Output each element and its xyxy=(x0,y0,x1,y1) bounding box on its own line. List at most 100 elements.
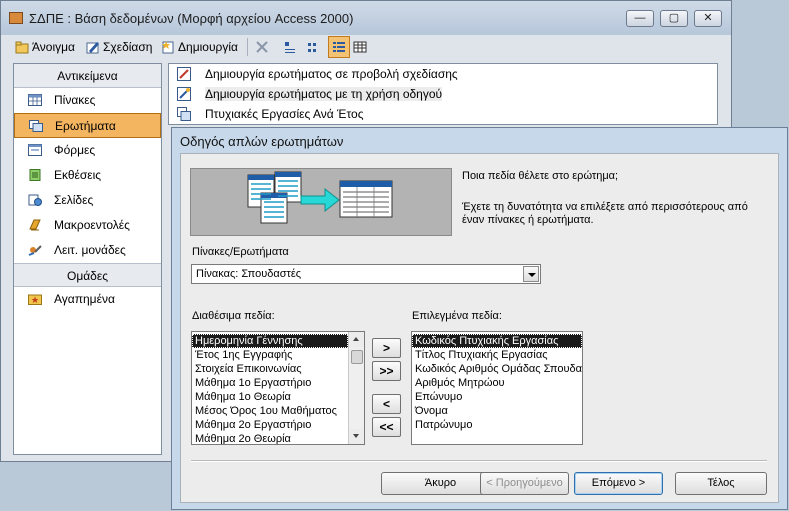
list-view-button[interactable] xyxy=(328,36,350,58)
list-item[interactable]: Μάθημα 2ο Θεωρία xyxy=(192,432,348,444)
remove-field-button[interactable]: < xyxy=(372,394,401,414)
macro-icon xyxy=(29,219,41,231)
list-item[interactable]: Επώνυμο xyxy=(412,390,582,404)
page-icon xyxy=(28,194,42,206)
small-icons-icon xyxy=(308,43,316,52)
scroll-down-icon[interactable] xyxy=(349,429,364,444)
sidebar-item-label: Εκθέσεις xyxy=(54,168,102,182)
window-title: ΣΔΠΕ : Βάση δεδομένων (Μορφή αρχείου Acc… xyxy=(29,11,354,26)
details-view-icon xyxy=(353,41,367,53)
chevron-down-icon[interactable] xyxy=(523,266,539,282)
list-item[interactable]: Κωδικός Πτυχιακής Εργασίας xyxy=(412,334,582,348)
sidebar-item-tables[interactable]: Πίνακες xyxy=(14,88,161,113)
maximize-button[interactable]: ▢ xyxy=(660,10,688,27)
sidebar-item-label: Σελίδες xyxy=(54,193,94,207)
database-icon xyxy=(9,12,23,24)
create-label: Δημιουργία xyxy=(178,40,238,54)
list-item[interactable]: Δημιουργία ερωτήματος με τη χρήση οδηγού xyxy=(169,84,717,104)
table-icon xyxy=(28,94,42,106)
sidebar-item-label: Μακροεντολές xyxy=(54,218,130,232)
list-item[interactable]: Πατρώνυμο xyxy=(412,418,582,432)
sidebar-item-pages[interactable]: Σελίδες xyxy=(14,188,161,213)
list-item[interactable]: Μάθημα 1ο Εργαστήριο xyxy=(192,376,348,390)
next-button[interactable]: Επόμενο > xyxy=(574,472,663,495)
sidebar-item-forms[interactable]: Φόρμες xyxy=(14,138,161,163)
add-all-fields-button[interactable]: >> xyxy=(372,361,401,381)
list-item[interactable]: Αριθμός Μητρώου xyxy=(412,376,582,390)
tables-to-query-icon xyxy=(247,171,393,224)
minimize-button[interactable]: — xyxy=(626,10,654,27)
database-toolbar: Άνοιγμα Σχεδίαση Δημιουργία xyxy=(1,35,731,59)
module-icon xyxy=(28,245,42,256)
list-item[interactable]: Τίτλος Πτυχιακής Εργασίας xyxy=(412,348,582,362)
list-item[interactable]: Μάθημα 1ο Θεωρία xyxy=(192,390,348,404)
scroll-thumb[interactable] xyxy=(351,350,363,364)
design-button[interactable]: Σχεδίαση xyxy=(86,38,152,56)
report-icon xyxy=(29,169,41,181)
wizard-illustration xyxy=(190,168,452,236)
remove-all-fields-button[interactable]: << xyxy=(372,417,401,437)
selected-fields-label: Επιλεγμένα πεδία: xyxy=(412,310,502,322)
list-item-label: Πτυχιακές Εργασίες Ανά Έτος xyxy=(205,107,364,121)
details-view-button[interactable] xyxy=(353,38,370,56)
list-item[interactable]: Πτυχιακές Εργασίες Ανά Έτος xyxy=(169,104,717,124)
list-item-label: Δημιουργία ερωτήματος με τη χρήση οδηγού xyxy=(205,87,443,101)
objects-header: Αντικείμενα xyxy=(14,64,161,88)
wizard-icon xyxy=(177,87,191,101)
list-view-icon xyxy=(333,42,345,52)
sidebar-item-queries[interactable]: Ερωτήματα xyxy=(14,113,161,138)
back-button[interactable]: < Προηγούμενο xyxy=(480,472,569,495)
list-item[interactable]: Ημερομηνία Γέννησης xyxy=(192,334,348,348)
sidebar-item-macros[interactable]: Μακροεντολές xyxy=(14,213,161,238)
sidebar-item-label: Πίνακες xyxy=(54,93,96,107)
list-item[interactable]: Στοιχεία Επικοινωνίας xyxy=(192,362,348,376)
finish-button[interactable]: Τέλος xyxy=(675,472,767,495)
sidebar-item-favorites[interactable]: Αγαπημένα xyxy=(14,287,161,312)
database-title-bar[interactable]: ΣΔΠΕ : Βάση δεδομένων (Μορφή αρχείου Acc… xyxy=(1,1,731,35)
delete-icon xyxy=(256,41,268,53)
list-item[interactable]: Έτος 1ης Εγγραφής xyxy=(192,348,348,362)
close-button[interactable]: ✕ xyxy=(694,10,722,27)
tables-queries-value: Πίνακας: Σπουδαστές xyxy=(196,268,302,280)
list-item[interactable]: Μάθημα 2ο Εργαστήριο xyxy=(192,418,348,432)
create-button[interactable]: Δημιουργία xyxy=(161,38,238,56)
design-icon xyxy=(86,42,99,54)
tables-queries-select[interactable]: Πίνακας: Σπουδαστές xyxy=(191,264,541,284)
wizard-hint: Έχετε τη δυνατότητα να επιλέξετε από περ… xyxy=(462,201,748,226)
wizard-title: Οδηγός απλών ερωτημάτων xyxy=(180,134,344,149)
query-icon xyxy=(29,120,43,132)
small-icons-button[interactable] xyxy=(307,38,324,56)
sidebar-item-label: Φόρμες xyxy=(54,143,96,157)
selected-fields-list[interactable]: Κωδικός Πτυχιακής Εργασίας Τίτλος Πτυχια… xyxy=(411,331,583,445)
open-button[interactable]: Άνοιγμα xyxy=(15,38,75,56)
tables-queries-label: Πίνακες/Ερωτήματα xyxy=(192,246,289,258)
design-label: Σχεδίαση xyxy=(103,40,153,54)
simple-query-wizard: Οδηγός απλών ερωτημάτων Ποια πεδία θέλετ… xyxy=(171,127,788,510)
available-fields-list[interactable]: Ημερομηνία Γέννησης Έτος 1ης Εγγραφής Στ… xyxy=(191,331,365,445)
delete-button[interactable] xyxy=(255,38,272,56)
list-item-label: Δημιουργία ερωτήματος σε προβολή σχεδίασ… xyxy=(205,67,458,81)
form-icon xyxy=(28,144,42,156)
available-fields-label: Διαθέσιμα πεδία: xyxy=(192,310,275,322)
list-item[interactable]: Όνομα xyxy=(412,404,582,418)
list-item[interactable]: Δημιουργία ερωτήματος σε προβολή σχεδίασ… xyxy=(169,64,717,84)
favorites-icon xyxy=(28,294,42,305)
scroll-up-icon[interactable] xyxy=(349,332,364,347)
wizard-question: Ποια πεδία θέλετε στο ερώτημα; xyxy=(462,170,619,182)
open-label: Άνοιγμα xyxy=(32,40,75,54)
wizard-body: Ποια πεδία θέλετε στο ερώτημα; Έχετε τη … xyxy=(180,153,779,503)
sidebar-item-label: Λειτ. μονάδες xyxy=(54,243,126,257)
list-item[interactable]: Μέσος Όρος 1ου Μαθήματος xyxy=(192,404,348,418)
button-separator xyxy=(191,460,767,462)
design-view-icon xyxy=(177,67,191,81)
available-fields-scrollbar[interactable] xyxy=(348,332,364,444)
sidebar-item-reports[interactable]: Εκθέσεις xyxy=(14,163,161,188)
sidebar-item-label: Ερωτήματα xyxy=(55,119,116,133)
create-icon xyxy=(162,41,174,54)
large-icons-button[interactable] xyxy=(283,38,300,56)
sidebar-item-label: Αγαπημένα xyxy=(54,292,115,306)
sidebar-item-modules[interactable]: Λειτ. μονάδες xyxy=(14,238,161,263)
list-item[interactable]: Κωδικός Αριθμός Ομάδας Σπουδασ xyxy=(412,362,582,376)
groups-header: Ομάδες xyxy=(14,263,161,287)
add-field-button[interactable]: > xyxy=(372,338,401,358)
